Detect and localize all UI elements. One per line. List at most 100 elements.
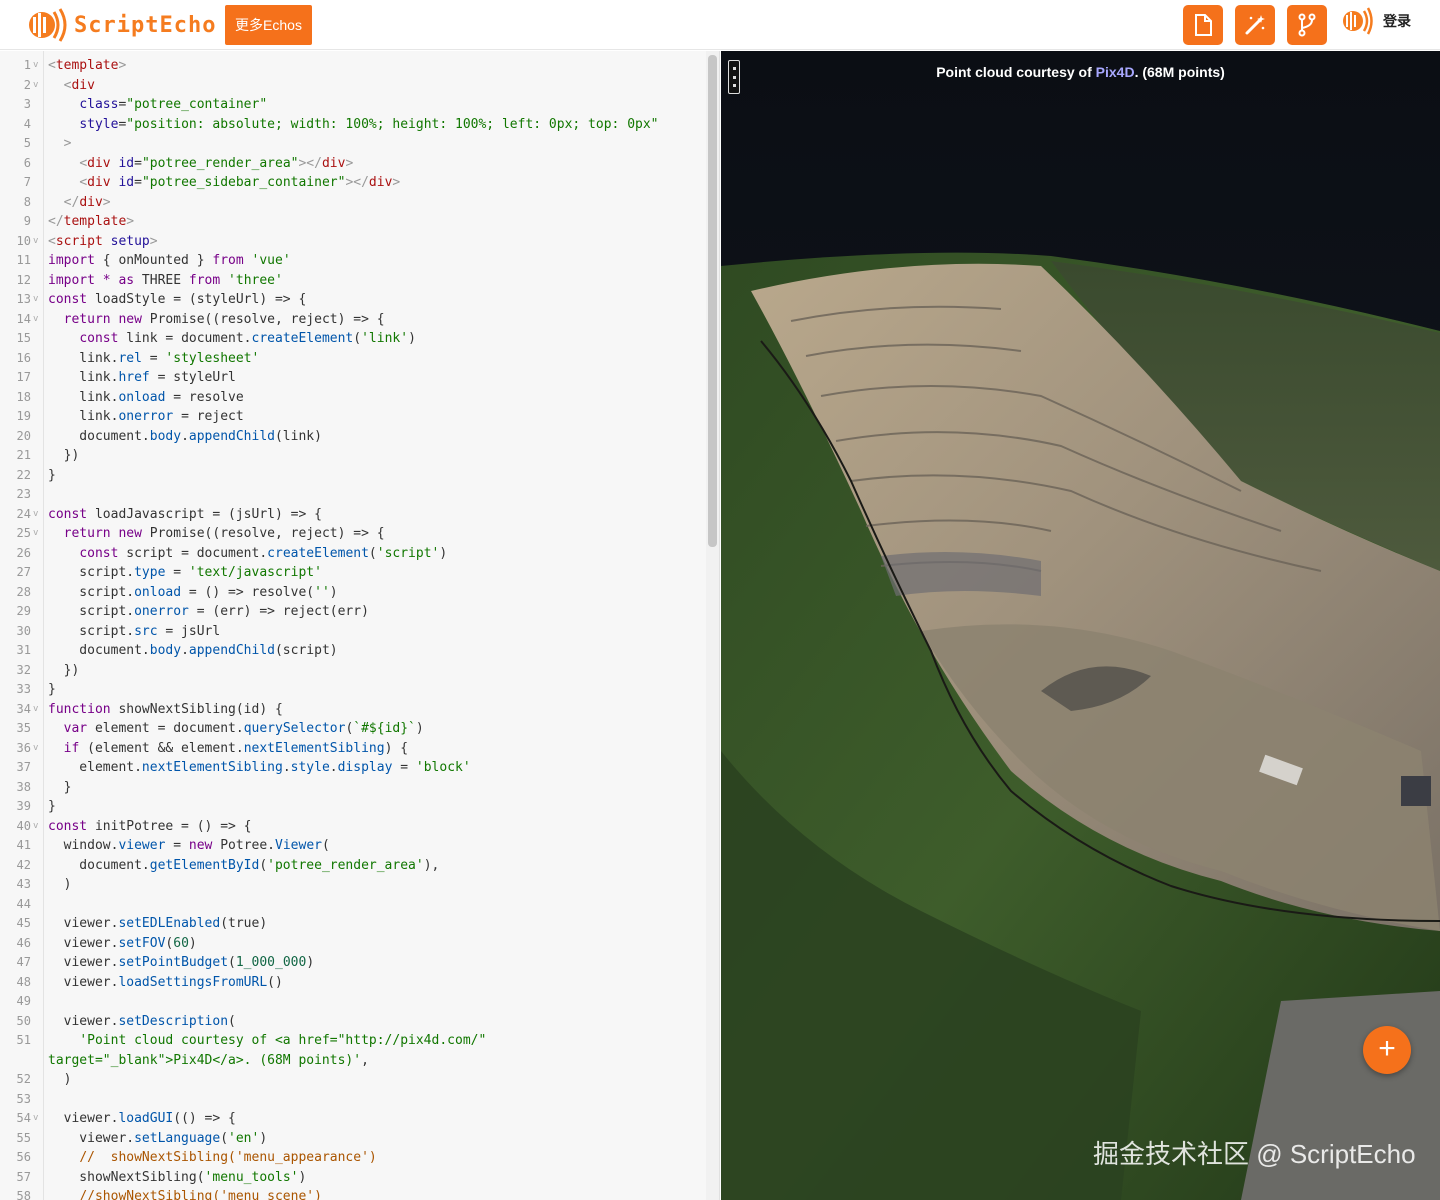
code-line[interactable]: 23 [0,485,706,505]
code-line[interactable]: 46 viewer.setFOV(60) [0,934,706,954]
fold-chevron-icon[interactable]: v [33,310,38,330]
code-line[interactable]: 5 > [0,134,706,154]
fold-chevron-icon[interactable]: v [33,1109,38,1129]
fold-chevron-icon[interactable]: v [33,232,38,252]
code-editor[interactable]: 1 v <template> 2 v <div 3 class="potree_conta… [0,51,720,1200]
code-line[interactable]: 2v <div [0,76,706,96]
magic-button[interactable] [1235,5,1275,45]
code-line[interactable]: 29 script.onerror = (err) => reject(err) [0,602,706,622]
code-line[interactable]: 41 window.viewer = new Potree.Viewer( [0,836,706,856]
description-prefix: Point cloud courtesy of [936,64,1096,80]
code-line[interactable]: 48 viewer.loadSettingsFromURL() [0,973,706,993]
code-line[interactable]: 16 link.rel = 'stylesheet' [0,349,706,369]
code-line[interactable]: 13 v const loadStyle = (styleUrl) => { [0,290,706,310]
line-number: 36 [16,740,31,755]
code-line[interactable]: 1 v <template> [0,56,706,76]
line-number: 45 [16,916,31,930]
branch-icon [1298,13,1316,37]
line-number: 15 [16,331,31,345]
scriptecho-logo[interactable]: ScriptEcho [28,6,216,44]
code-line[interactable]: 50 viewer.setDescription( [0,1012,706,1032]
code-line[interactable]: 43 ) [0,875,706,895]
code-text: // showNextSibling('menu_appearance') [79,1150,377,1165]
fold-chevron-icon[interactable]: v [33,56,38,76]
code-line[interactable]: 53 [0,1090,706,1110]
fork-button[interactable] [1287,5,1327,45]
code-line[interactable]: 38 } [0,778,706,798]
code-line[interactable]: 39} [0,797,706,817]
code-line[interactable]: 21 }) [0,446,706,466]
code-content[interactable]: 1 v <template> 2 v <div 3 class="potree_conta… [0,56,706,1200]
code-text: link.href = styleUrl [48,370,236,385]
code-line[interactable]: 54 v viewer.loadGUI(() => { [0,1109,706,1129]
code-line[interactable]: 7 <div id="potree_sidebar_container"></d… [0,173,706,193]
line-number: 32 [16,662,31,677]
code-line[interactable]: 52 ) [0,1070,706,1090]
fold-chevron-icon[interactable]: v [33,524,38,544]
more-echos-button[interactable]: 更多Echos [225,5,312,45]
code-line[interactable]: 35 var element = document.querySelector(… [0,719,706,739]
code-line[interactable]: 17 link.href = styleUrl [0,368,706,388]
code-line[interactable]: 25 v return new Promise((resolve, reject)… [0,524,706,544]
code-line[interactable]: 20 document.body.appendChild(link) [0,427,706,447]
code-line[interactable]: 44 [0,895,706,915]
fold-chevron-icon[interactable]: v [33,739,38,759]
potree-render-area[interactable]: Point cloud courtesy of Pix4D. (68M poin… [721,51,1440,1200]
add-button[interactable]: + [1363,1026,1411,1074]
code-line[interactable]: 4 style="position: absolute; width: 100%… [0,115,706,135]
new-file-button[interactable] [1183,5,1223,45]
code-line[interactable]: 30 script.src = jsUrl [0,622,706,642]
code-line[interactable]: 27 script.type = 'text/javascript' [0,563,706,583]
code-text: <div [63,77,95,93]
code-line[interactable]: 47 viewer.setPointBudget(1_000_000) [0,953,706,973]
code-line[interactable]: 12 import * as THREE from 'three' [0,271,706,291]
code-line[interactable]: 31 document.body.appendChild(script) [0,641,706,661]
pix4d-link[interactable]: Pix4D [1096,64,1135,80]
code-line[interactable]: 55 viewer.setLanguage('en') [0,1129,706,1149]
code-line[interactable]: 24 v const loadJavascript = (jsUrl) => { [0,505,706,525]
code-line[interactable]: 51 'Point cloud courtesy of <a href="htt… [0,1031,706,1070]
code-line[interactable]: 15 const link = document.createElement('… [0,329,706,349]
code-line[interactable]: 8 </div> [0,193,706,213]
code-line[interactable]: 40 v const initPotree = () => { [0,817,706,837]
line-number: 27 [16,565,31,579]
code-line[interactable]: 56 // showNextSibling('menu_appearance') [0,1148,706,1168]
code-line[interactable]: 49 [0,992,706,1012]
line-number: 26 [16,545,31,560]
line-number: 2 [23,77,31,92]
sidebar-menu-toggle[interactable] [728,60,740,94]
code-text: ) [48,1072,72,1087]
code-line[interactable]: 42 document.getElementById('potree_rende… [0,856,706,876]
code-text: window.viewer = new Potree.Viewer( [48,838,330,853]
fold-chevron-icon[interactable]: v [33,76,38,96]
fold-chevron-icon[interactable]: v [33,505,38,525]
line-number: 55 [16,1130,31,1145]
code-line[interactable]: 32 }) [0,661,706,681]
code-line[interactable]: 6 <div id="potree_render_area"></div> [0,154,706,174]
code-line[interactable]: 58 //showNextSibling('menu_scene') [0,1187,706,1200]
code-line[interactable]: 14 v return new Promise((resolve, reject)… [0,310,706,330]
code-line[interactable]: 26 const script = document.createElement… [0,544,706,564]
fold-chevron-icon[interactable]: v [33,817,38,837]
login-link[interactable]: 登录 [1383,11,1411,31]
code-line[interactable]: 36 v if (element && element.nextElementSi… [0,739,706,759]
fold-chevron-icon[interactable]: v [33,700,38,720]
fold-chevron-icon[interactable]: v [33,290,38,310]
code-line[interactable]: 22} [0,466,706,486]
code-line[interactable]: 45 viewer.setEDLEnabled(true) [0,914,706,934]
code-line[interactable]: 18 link.onload = resolve [0,388,706,408]
code-line[interactable]: 34 v function showNextSibling(id) { [0,700,706,720]
code-line[interactable]: 9 </template> [0,212,706,232]
code-line[interactable]: 11 import { onMounted } from 'vue' [0,251,706,271]
description-suffix: . (68M points) [1134,64,1225,80]
code-line[interactable]: 57 showNextSibling('menu_tools') [0,1168,706,1188]
code-line[interactable]: 3 class="potree_container" [0,95,706,115]
editor-scrollbar-thumb[interactable] [708,55,717,547]
code-line[interactable]: 28 script.onload = () => resolve('') [0,583,706,603]
code-line[interactable]: 10 v <script setup> [0,232,706,252]
line-number: 17 [16,370,31,384]
code-line[interactable]: 37 element.nextElementSibling.style.disp… [0,758,706,778]
code-line[interactable]: 19 link.onerror = reject [0,407,706,427]
code-line[interactable]: 33} [0,680,706,700]
menu-dot [732,75,736,79]
